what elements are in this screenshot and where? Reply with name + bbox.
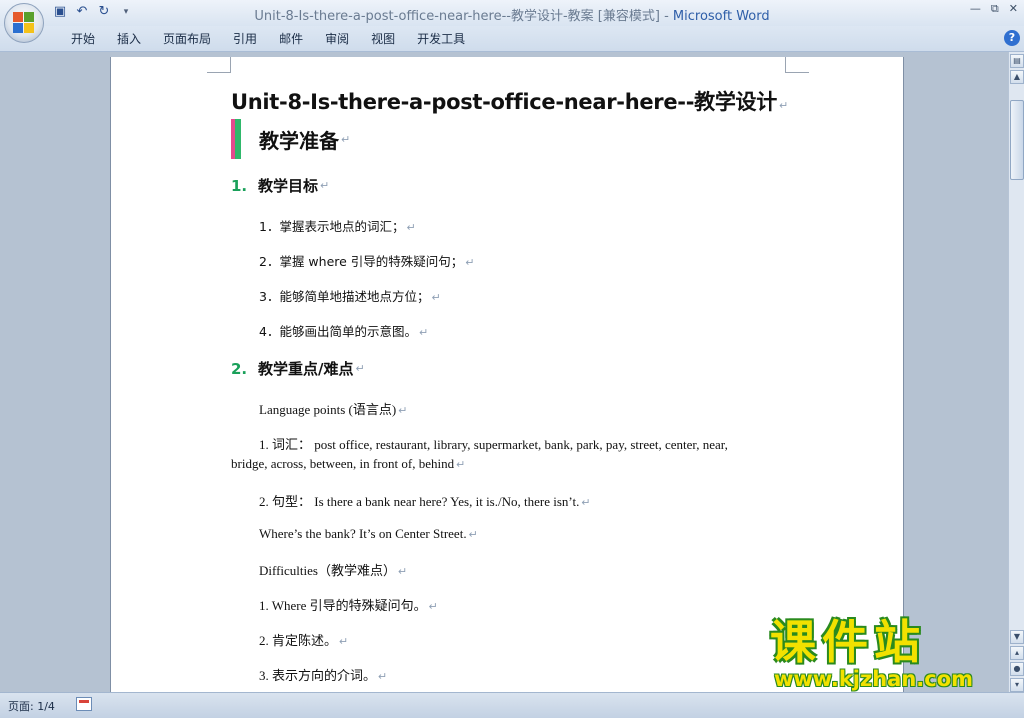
minimize-icon[interactable]: — [970,2,981,16]
section-heading-key-points: 2. 教学重点/难点 ↵ [231,359,365,379]
browse-object-icon[interactable]: ● [1010,662,1024,676]
document-page[interactable]: Unit-8-Is-there-a-post-office-near-here-… [110,57,904,692]
difficulty-item: 1. Where 引导的特殊疑问句。 ↵ [259,598,438,613]
tab-page-layout[interactable]: 页面布局 [152,31,222,47]
scroll-up-icon[interactable]: ▲ [1010,70,1024,84]
difficulties-heading: Difficulties（教学难点） ↵ [259,563,408,578]
tab-developer[interactable]: 开发工具 [406,31,476,47]
section-heading-objectives: 1. 教学目标 ↵ [231,176,330,196]
status-bar: 页面: 1/4 [0,692,1024,718]
document-name: Unit-8-Is-there-a-post-office-near-here-… [254,9,673,24]
window-controls: — ⧉ ✕ [970,2,1018,16]
ribbon-tabs: 开始 插入 页面布局 引用 邮件 审阅 视图 开发工具 [60,31,476,47]
vocabulary-line: bridge, across, between, in front of, be… [231,456,466,471]
office-logo-icon [13,12,35,34]
heading-1: 教学准备 ↵ [231,119,350,159]
sentence-pattern: 2. 句型： Is there a bank near here? Yes, i… [259,494,591,509]
crop-mark [207,57,231,73]
title-bar: ▣ ↶ ↻ ▾ Unit-8-Is-there-a-post-office-ne… [0,0,1024,26]
help-icon[interactable]: ? [1004,30,1020,46]
restore-icon[interactable]: ⧉ [991,2,999,16]
tab-insert[interactable]: 插入 [106,31,152,47]
watermark-url: www.kjzhan.com [774,667,974,691]
sentence-pattern: Where’s the bank? It’s on Center Street.… [259,526,478,541]
scroll-thumb[interactable] [1010,100,1024,180]
objective-item: 2．掌握 where 引导的特殊疑问句； ↵ [259,254,475,269]
proofing-icon[interactable] [76,697,92,711]
office-button[interactable] [4,3,44,43]
heading-1-text: 教学准备 [259,128,339,153]
close-icon[interactable]: ✕ [1009,2,1018,16]
heading-bar [231,119,241,159]
difficulty-item: 2. 肯定陈述。 ↵ [259,633,349,648]
document-title: Unit-8-Is-there-a-post-office-near-here-… [231,90,788,114]
app-name: Microsoft Word [672,9,770,24]
vertical-scrollbar[interactable]: ▤ ▲ ▼ ▴ ● ▾ [1008,52,1024,692]
tab-references[interactable]: 引用 [222,31,268,47]
document-area[interactable]: Unit-8-Is-there-a-post-office-near-here-… [0,52,1008,692]
next-page-icon[interactable]: ▾ [1010,678,1024,692]
language-points: Language points (语言点) ↵ [259,402,408,417]
tab-view[interactable]: 视图 [360,31,406,47]
difficulty-item: 3. 表示方向的介词。 ↵ [259,668,388,683]
objective-item: 4．能够画出简单的示意图。 ↵ [259,324,429,339]
tab-review[interactable]: 审阅 [314,31,360,47]
window-title: Unit-8-Is-there-a-post-office-near-here-… [0,5,1024,24]
objective-item: 1．掌握表示地点的词汇； ↵ [259,219,416,234]
crop-mark [785,57,809,73]
objective-item: 3．能够简单地描述地点方位； ↵ [259,289,441,304]
ruler-toggle-icon[interactable]: ▤ [1010,54,1024,68]
watermark: 课件站 www.kjzhan.com [770,616,1010,692]
tab-home[interactable]: 开始 [60,31,106,47]
ribbon: 开始 插入 页面布局 引用 邮件 审阅 视图 开发工具 ? [0,26,1024,52]
previous-page-icon[interactable]: ▴ [1010,646,1024,660]
tab-mailings[interactable]: 邮件 [268,31,314,47]
scroll-down-icon[interactable]: ▼ [1010,630,1024,644]
vocabulary-line: 1. 词汇： post office, restaurant, library,… [259,437,728,452]
page-indicator[interactable]: 页面: 1/4 [8,698,55,714]
watermark-title: 课件站 [770,615,926,669]
